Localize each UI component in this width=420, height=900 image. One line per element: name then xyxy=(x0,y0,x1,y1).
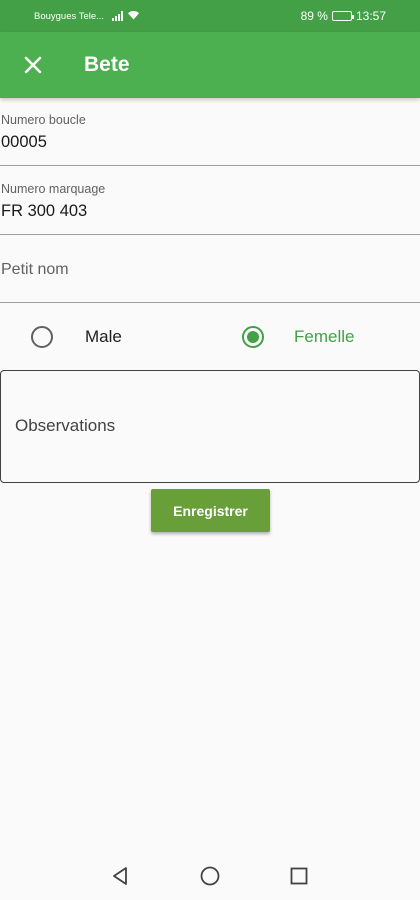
battery-percent: 89 % xyxy=(300,9,328,23)
carrier-name: Bouygues Tele... xyxy=(34,10,105,22)
clock: 13:57 xyxy=(355,9,386,23)
status-bar: Bouygues Tele... 89 % 13:57 xyxy=(0,0,420,32)
wifi-icon xyxy=(127,10,140,23)
save-button[interactable]: Enregistrer xyxy=(151,489,270,532)
navigation-bar xyxy=(0,852,420,900)
male-label[interactable]: Male xyxy=(85,327,122,347)
numero-boucle-value[interactable]: 00005 xyxy=(1,133,47,152)
back-icon[interactable] xyxy=(108,864,132,888)
numero-boucle-label: Numero boucle xyxy=(1,113,86,127)
close-button[interactable] xyxy=(0,32,66,98)
femelle-radio[interactable] xyxy=(242,326,264,348)
close-icon xyxy=(24,56,42,74)
numero-marquage-label: Numero marquage xyxy=(1,182,106,196)
observations-placeholder: Observations xyxy=(15,416,116,435)
numero-marquage-field[interactable]: Numero marquage FR 300 403 xyxy=(0,166,420,235)
app-bar: Bete xyxy=(0,32,420,98)
battery-icon xyxy=(331,11,354,21)
home-icon[interactable] xyxy=(198,864,222,888)
page-title: Bete xyxy=(84,53,130,76)
numero-boucle-field[interactable]: Numero boucle 00005 xyxy=(0,98,420,166)
recents-icon[interactable] xyxy=(287,864,311,888)
petit-nom-field[interactable]: Petit nom xyxy=(0,235,420,303)
observations-input[interactable]: Observations xyxy=(0,370,420,483)
signal-icon xyxy=(112,11,124,21)
femelle-label[interactable]: Femelle xyxy=(294,327,354,347)
sex-radio-group: Male Femelle xyxy=(0,305,420,369)
petit-nom-placeholder[interactable]: Petit nom xyxy=(1,261,69,279)
male-radio[interactable] xyxy=(31,326,53,348)
numero-marquage-value[interactable]: FR 300 403 xyxy=(1,202,87,221)
